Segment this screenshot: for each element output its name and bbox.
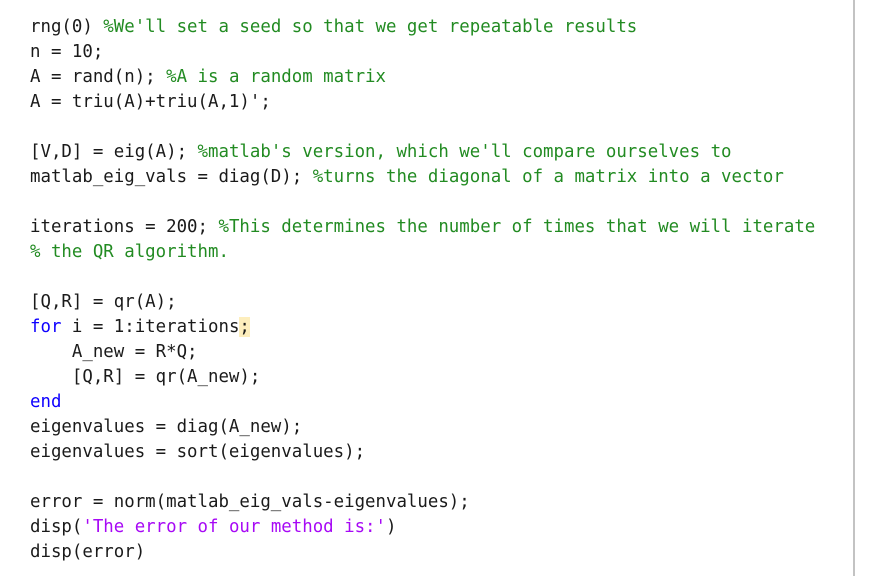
code-token: eigenvalues = sort(eigenvalues); [30, 442, 366, 462]
code-area[interactable]: rng(0) %We'll set a seed so that we get … [30, 15, 815, 565]
code-token: error = norm(matlab_eig_vals-eigenvalues… [30, 492, 470, 512]
code-token: n = 10; [30, 42, 104, 62]
code-token: [Q,R] = qr(A); [30, 292, 177, 312]
code-line[interactable]: eigenvalues = diag(A_new); [30, 415, 815, 440]
code-line[interactable]: for i = 1:iterations; [30, 315, 815, 340]
code-line[interactable] [30, 115, 815, 140]
code-token: eigenvalues = diag(A_new); [30, 417, 303, 437]
code-comment: %A is a random matrix [166, 67, 386, 87]
code-comment: %We'll set a seed so that we get repeata… [103, 17, 638, 37]
code-editor[interactable]: rng(0) %We'll set a seed so that we get … [0, 0, 854, 576]
code-line[interactable]: A_new = R*Q; [30, 340, 815, 365]
code-token: [Q,R] = qr(A_new); [30, 367, 261, 387]
code-keyword: end [30, 392, 62, 412]
code-line[interactable]: error = norm(matlab_eig_vals-eigenvalues… [30, 490, 815, 515]
code-token: ) [386, 517, 397, 537]
code-line[interactable]: n = 10; [30, 40, 815, 65]
code-line[interactable] [30, 465, 815, 490]
code-line[interactable]: [Q,R] = qr(A_new); [30, 365, 815, 390]
code-line[interactable]: end [30, 390, 815, 415]
code-comment: %matlab's version, which we'll compare o… [197, 142, 732, 162]
code-token: A = triu(A)+triu(A,1)'; [30, 92, 271, 112]
editor-right-margin-divider [853, 0, 855, 576]
code-token: disp( [30, 517, 83, 537]
code-token: i = 1:iterations [61, 317, 240, 337]
code-line[interactable]: A = triu(A)+triu(A,1)'; [30, 90, 815, 115]
code-token: [V,D] = eig(A); [30, 142, 198, 162]
code-line[interactable]: [Q,R] = qr(A); [30, 290, 815, 315]
code-line[interactable]: A = rand(n); %A is a random matrix [30, 65, 815, 90]
code-line[interactable]: disp(error) [30, 540, 815, 565]
code-line[interactable]: iterations = 200; %This determines the n… [30, 215, 815, 240]
code-line[interactable]: % the QR algorithm. [30, 240, 815, 265]
code-line[interactable]: rng(0) %We'll set a seed so that we get … [30, 15, 815, 40]
code-line[interactable]: eigenvalues = sort(eigenvalues); [30, 440, 815, 465]
code-token: rng(0) [30, 17, 104, 37]
warning-highlight[interactable]: ; [239, 317, 250, 337]
code-line[interactable] [30, 265, 815, 290]
code-line[interactable] [30, 190, 815, 215]
code-token: A_new = R*Q; [30, 342, 198, 362]
code-token: matlab_eig_vals = diag(D); [30, 167, 313, 187]
code-token: disp(error) [30, 542, 146, 562]
code-token: iterations = 200; [30, 217, 219, 237]
code-line[interactable]: disp('The error of our method is:') [30, 515, 815, 540]
code-token: A = rand(n); [30, 67, 167, 87]
code-comment: % the QR algorithm. [30, 242, 229, 262]
code-comment: %turns the diagonal of a matrix into a v… [312, 167, 784, 187]
code-keyword: for [30, 317, 62, 337]
code-line[interactable]: matlab_eig_vals = diag(D); %turns the di… [30, 165, 815, 190]
code-line[interactable]: [V,D] = eig(A); %matlab's version, which… [30, 140, 815, 165]
code-string: 'The error of our method is:' [82, 517, 386, 537]
code-comment: %This determines the number of times tha… [218, 217, 816, 237]
